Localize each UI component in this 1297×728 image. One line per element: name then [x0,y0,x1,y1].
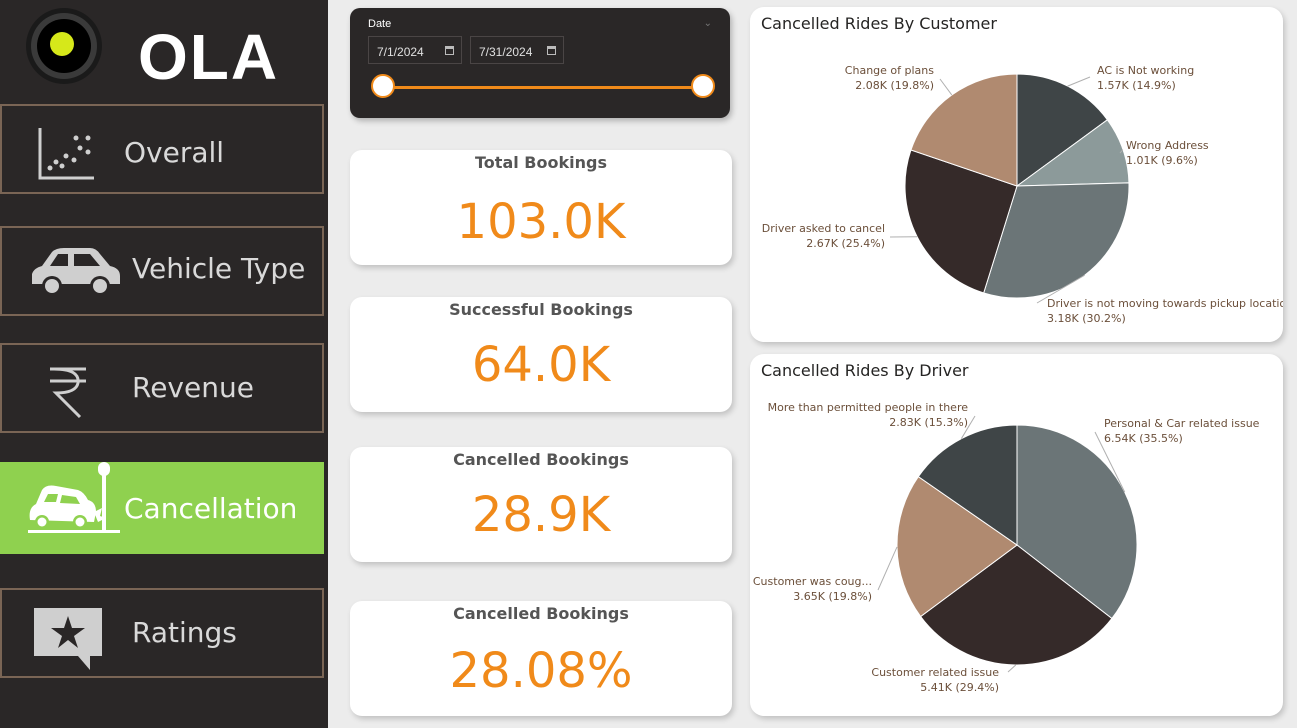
slice-value-label: 1.57K (14.9%) [1097,79,1176,92]
kpi-value: 28.08% [449,643,633,699]
rupee-icon [50,367,86,419]
kpi-title: Cancelled Bookings [453,450,629,469]
date-filter-title: Date [368,18,392,30]
slice-label: More than permitted people in there [768,401,969,414]
leader-line [939,78,953,96]
date-filter-card: Date ⌄ 7/1/2024 7/31/2024 [350,8,730,118]
kpi-card-cancellation-rate: Cancelled Bookings 28.08% [350,601,732,716]
slice-value-label: 2.08K (19.8%) [855,79,934,92]
calendar-icon[interactable] [547,46,556,55]
slice-label: Customer related issue [871,666,999,679]
pie-chart-customer: AC is Not working 1.57K (14.9%) Wrong Addr… [762,64,1283,325]
kpi-value: 64.0K [471,337,611,393]
slice-label: AC is Not working [1097,64,1194,77]
slice-label: Wrong Address [1126,139,1209,152]
kpi-value: 28.9K [471,487,611,543]
slice-label: Personal & Car related issue [1104,417,1260,430]
slice-label: Change of plans [845,64,934,77]
start-date-input[interactable]: 7/1/2024 [368,36,462,64]
nav-item-revenue[interactable]: Revenue [0,343,324,433]
kpi-title: Total Bookings [475,153,607,172]
nav-label-ratings: Ratings [132,616,237,649]
end-date-value: 7/31/2024 [479,45,533,59]
car-icon [32,248,120,296]
slice-value-label: 2.67K (25.4%) [806,237,885,250]
slice-value-label: 2.83K (15.3%) [889,416,968,429]
leader-line [877,546,898,591]
chart-cancelled-by-customer: Cancelled Rides By Customer AC is Not wo… [750,7,1283,342]
slice-label: Customer was coug... [753,575,872,588]
scatter-plot-icon [38,128,94,180]
date-range-end-handle[interactable] [691,74,715,98]
slice-value-label: 3.18K (30.2%) [1047,312,1126,325]
nav-label-vehicle-type: Vehicle Type [132,252,306,285]
nav-label-cancellation: Cancellation [124,492,298,525]
nav-item-ratings[interactable]: Ratings [0,588,324,678]
kpi-card-successful-bookings: Successful Bookings 64.0K [350,297,732,412]
brand-name: OLA [138,21,280,93]
end-date-input[interactable]: 7/31/2024 [470,36,564,64]
nav-label-revenue: Revenue [132,371,254,404]
date-range-start-handle[interactable] [371,74,395,98]
date-range-slider-track[interactable] [384,86,702,89]
kpi-title: Successful Bookings [449,300,633,319]
start-date-value: 7/1/2024 [377,45,424,59]
slice-value-label: 5.41K (29.4%) [920,681,999,694]
leader-line [1007,664,1017,673]
slice-value-label: 6.54K (35.5%) [1104,432,1183,445]
kpi-title: Cancelled Bookings [453,604,629,623]
car-crash-icon [28,462,120,533]
ola-logo-icon [26,8,102,84]
chevron-down-icon[interactable]: ⌄ [704,18,712,29]
nav-label-overall: Overall [124,136,225,169]
kpi-card-cancelled-bookings: Cancelled Bookings 28.9K [350,447,732,562]
nav-item-overall[interactable]: Overall [0,104,324,194]
kpi-card-total-bookings: Total Bookings 103.0K [350,150,732,265]
leader-line [1067,76,1091,87]
calendar-icon[interactable] [445,46,454,55]
pie-chart-driver: Personal & Car related issue 6.54K (35.5%… [753,401,1260,694]
star-chat-icon [34,608,102,670]
slice-value-label: 1.01K (9.6%) [1126,154,1198,167]
slice-value-label: 3.65K (19.8%) [793,590,872,603]
chart-cancelled-by-driver: Cancelled Rides By Driver Personal & Car… [750,354,1283,716]
nav-item-vehicle-type[interactable]: Vehicle Type [0,226,324,316]
ola-logo: OLA [24,8,277,92]
kpi-value: 103.0K [456,194,626,250]
sidebar: OLA Overall Vehicle Type Revenue Cancell… [0,0,328,728]
slice-label: Driver asked to cancel [762,222,885,235]
slice-label: Driver is not moving towards pickup loca… [1047,297,1283,310]
nav-item-cancellation[interactable]: Cancellation [0,462,324,554]
